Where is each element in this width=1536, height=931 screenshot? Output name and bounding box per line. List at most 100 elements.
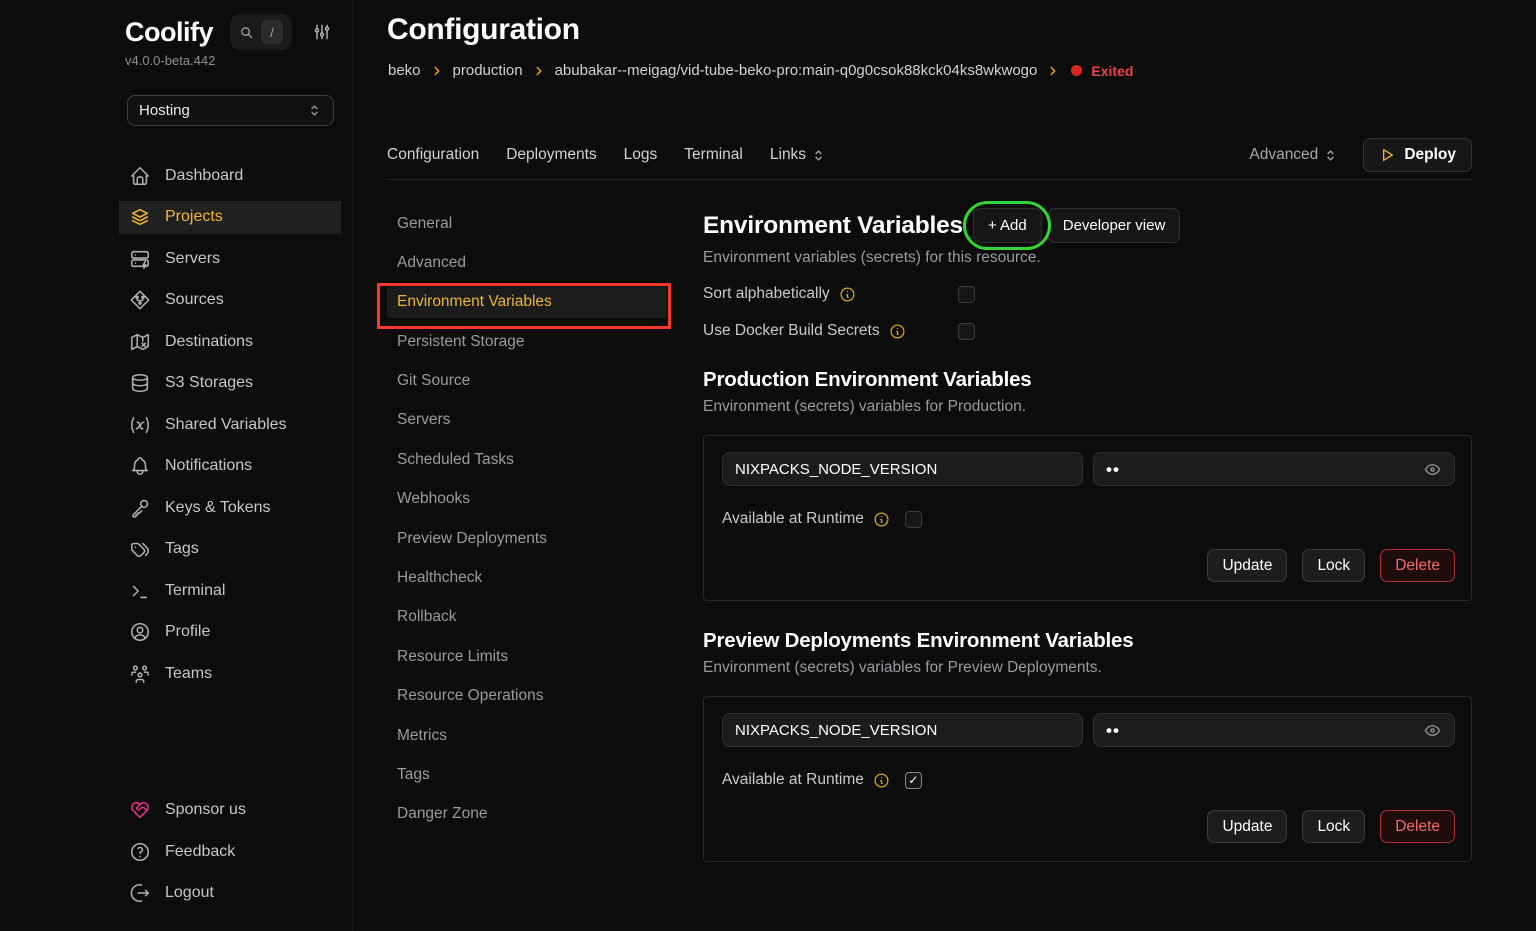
use-docker-build-secrets-checkbox[interactable] — [958, 323, 975, 340]
content: General Advanced Environment Variables P… — [387, 200, 1472, 862]
sidebar-item-label: Destinations — [165, 333, 253, 351]
subnav-item-scheduled-tasks[interactable]: Scheduled Tasks — [387, 444, 667, 475]
sidebar-item-label: S3 Storages — [165, 374, 253, 392]
actions-row: Update Lock Delete — [722, 549, 1455, 582]
deploy-label: Deploy — [1404, 146, 1456, 164]
eye-icon[interactable] — [1423, 460, 1442, 479]
env-var-card: •• Available at Runtime Update Lock Delete — [703, 696, 1472, 862]
lock-button[interactable]: Lock — [1302, 810, 1365, 843]
sidebar-item-feedback[interactable]: Feedback — [119, 835, 341, 868]
breadcrumb-item[interactable]: abubakar--meigag/vid-tube-beko-pro:main-… — [555, 62, 1038, 79]
subnav-item-environment-variables[interactable]: Environment Variables — [387, 287, 667, 318]
runtime-row: Available at Runtime — [722, 510, 1455, 528]
sidebar-item-label: Shared Variables — [165, 416, 287, 434]
tab-deployments[interactable]: Deployments — [506, 146, 596, 164]
runtime-label: Available at Runtime — [722, 771, 864, 789]
sidebar-item-logout[interactable]: Logout — [119, 877, 341, 910]
tab-label: Links — [770, 146, 806, 164]
tab-logs[interactable]: Logs — [624, 146, 658, 164]
env-option-row: Sort alphabetically — [703, 285, 1472, 303]
subnav-item-git-source[interactable]: Git Source — [387, 366, 667, 397]
config-subnav: General Advanced Environment Variables P… — [387, 200, 667, 838]
advanced-dropdown[interactable]: Advanced — [1249, 146, 1338, 164]
subnav-item-healthcheck[interactable]: Healthcheck — [387, 563, 667, 594]
sidebar-item-dashboard[interactable]: Dashboard — [119, 159, 341, 192]
sidebar-item-profile[interactable]: Profile — [119, 616, 341, 649]
env-option-row: Use Docker Build Secrets — [703, 322, 1472, 340]
developer-view-button[interactable]: Developer view — [1048, 208, 1181, 243]
env-var-value-field[interactable]: •• — [1093, 452, 1455, 486]
breadcrumb-item[interactable]: production — [453, 62, 523, 79]
eye-icon[interactable] — [1423, 721, 1442, 740]
sidebar-item-label: Keys & Tokens — [165, 499, 271, 517]
user-circle-icon — [129, 621, 151, 643]
sidebar-item-tags[interactable]: Tags — [119, 533, 341, 566]
env-var-card: •• Available at Runtime Update Lock Delete — [703, 435, 1472, 601]
tab-terminal[interactable]: Terminal — [684, 146, 743, 164]
tab-label: Configuration — [387, 146, 479, 164]
subnav-item-advanced[interactable]: Advanced — [387, 247, 667, 278]
sidebar-item-terminal[interactable]: Terminal — [119, 574, 341, 607]
subnav-item-resource-limits[interactable]: Resource Limits — [387, 641, 667, 672]
sidebar-header: Coolify / v4.0.0-beta.442 Hosting — [0, 14, 352, 126]
sidebar-item-label: Notifications — [165, 457, 252, 475]
tab-configuration[interactable]: Configuration — [387, 146, 479, 164]
subnav-item-servers[interactable]: Servers — [387, 405, 667, 436]
sidebar-item-destinations[interactable]: Destinations — [119, 325, 341, 358]
team-selector[interactable]: Hosting — [127, 95, 334, 126]
subnav-item-resource-operations[interactable]: Resource Operations — [387, 681, 667, 712]
sidebar-item-sources[interactable]: Sources — [119, 284, 341, 317]
adjustments-icon[interactable] — [312, 22, 332, 42]
tab-links[interactable]: Links — [770, 146, 826, 164]
env-var-name-input[interactable] — [722, 713, 1083, 747]
update-button[interactable]: Update — [1207, 549, 1287, 582]
runtime-checkbox[interactable] — [905, 772, 922, 789]
subnav-item-webhooks[interactable]: Webhooks — [387, 484, 667, 515]
env-var-value-field[interactable]: •• — [1093, 713, 1455, 747]
sidebar-item-label: Dashboard — [165, 167, 243, 185]
subnav-item-metrics[interactable]: Metrics — [387, 720, 667, 751]
main-area: Configuration beko production abubakar--… — [354, 0, 1536, 931]
subnav-item-persistent-storage[interactable]: Persistent Storage — [387, 326, 667, 357]
header-controls: Advanced Deploy — [1249, 138, 1472, 172]
sidebar-item-s3-storages[interactable]: S3 Storages — [119, 367, 341, 400]
update-button[interactable]: Update — [1207, 810, 1287, 843]
advanced-label: Advanced — [1249, 146, 1318, 164]
section-description: Environment (secrets) variables for Prod… — [703, 398, 1472, 415]
subnav-item-label: Resource Limits — [397, 648, 508, 666]
heart-icon — [129, 799, 151, 821]
subnav-item-label: Git Source — [397, 372, 470, 390]
layers-icon — [129, 206, 151, 228]
deploy-button[interactable]: Deploy — [1363, 138, 1472, 172]
sidebar-item-label: Sources — [165, 291, 224, 309]
add-env-var-button[interactable]: + Add — [973, 208, 1042, 243]
delete-button[interactable]: Delete — [1380, 810, 1455, 843]
sidebar-item-servers[interactable]: Servers — [119, 242, 341, 275]
status-dot — [1071, 65, 1082, 76]
subnav-item-label: Scheduled Tasks — [397, 451, 514, 469]
delete-button[interactable]: Delete — [1380, 549, 1455, 582]
sort-alphabetically-checkbox[interactable] — [958, 286, 975, 303]
sidebar-item-shared-variables[interactable]: Shared Variables — [119, 408, 341, 441]
breadcrumb-item[interactable]: beko — [388, 62, 421, 79]
search-button[interactable]: / — [230, 14, 292, 50]
lock-button[interactable]: Lock — [1302, 549, 1365, 582]
info-icon — [839, 286, 856, 303]
subnav-item-tags[interactable]: Tags — [387, 759, 667, 790]
sidebar-item-projects[interactable]: Projects — [119, 201, 341, 234]
search-icon — [239, 25, 254, 40]
team-selector-value: Hosting — [139, 102, 190, 119]
runtime-checkbox[interactable] — [905, 511, 922, 528]
subnav-item-preview-deployments[interactable]: Preview Deployments — [387, 523, 667, 554]
subnav-item-rollback[interactable]: Rollback — [387, 602, 667, 633]
sidebar-item-teams[interactable]: Teams — [119, 657, 341, 690]
sidebar-item-keys-tokens[interactable]: Keys & Tokens — [119, 491, 341, 524]
subnav-item-label: Preview Deployments — [397, 530, 547, 548]
subnav-item-general[interactable]: General — [387, 208, 667, 239]
home-icon — [129, 165, 151, 187]
selector-icon — [811, 148, 826, 163]
sidebar-item-sponsor-us[interactable]: Sponsor us — [119, 794, 341, 827]
subnav-item-danger-zone[interactable]: Danger Zone — [387, 799, 667, 830]
sidebar-item-notifications[interactable]: Notifications — [119, 450, 341, 483]
env-var-name-input[interactable] — [722, 452, 1083, 486]
